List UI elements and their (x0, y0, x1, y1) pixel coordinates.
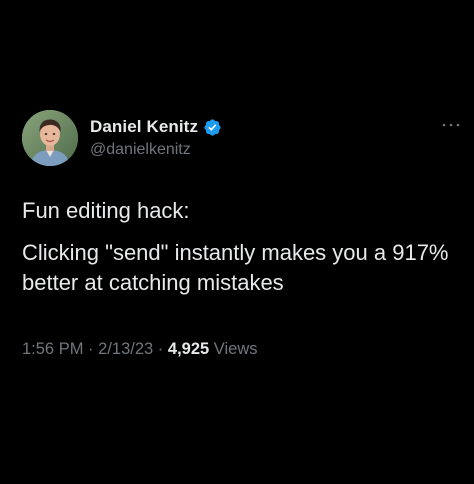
handle[interactable]: @danielkenitz (90, 141, 222, 159)
tweet-card: Daniel Kenitz @danielkenitz Fun editing … (0, 0, 474, 484)
views-count[interactable]: 4,925 (168, 340, 209, 358)
tweet-line-1: Fun editing hack: (22, 198, 190, 223)
verified-badge-icon (204, 118, 221, 136)
meta-separator: · (157, 340, 164, 358)
profile-photo-icon (22, 110, 78, 166)
meta-separator: · (88, 340, 94, 358)
tweet-line-2: Clicking "send" instantly makes you a 91… (22, 240, 449, 295)
tweet-meta: 1:56 PM · 2/13/23 · 4,925 Views (22, 340, 258, 359)
more-horizontal-icon[interactable] (440, 120, 462, 130)
display-name[interactable]: Daniel Kenitz (90, 117, 198, 137)
tweet-time[interactable]: 1:56 PM (22, 340, 83, 358)
tweet-header: Daniel Kenitz @danielkenitz (22, 110, 462, 166)
tweet-date[interactable]: 2/13/23 (98, 340, 153, 358)
tweet-text: Fun editing hack: Clicking "send" instan… (22, 196, 467, 310)
avatar[interactable] (22, 110, 78, 166)
display-name-row: Daniel Kenitz (90, 116, 222, 138)
author-names: Daniel Kenitz @danielkenitz (90, 116, 222, 159)
views-label: Views (213, 340, 258, 358)
